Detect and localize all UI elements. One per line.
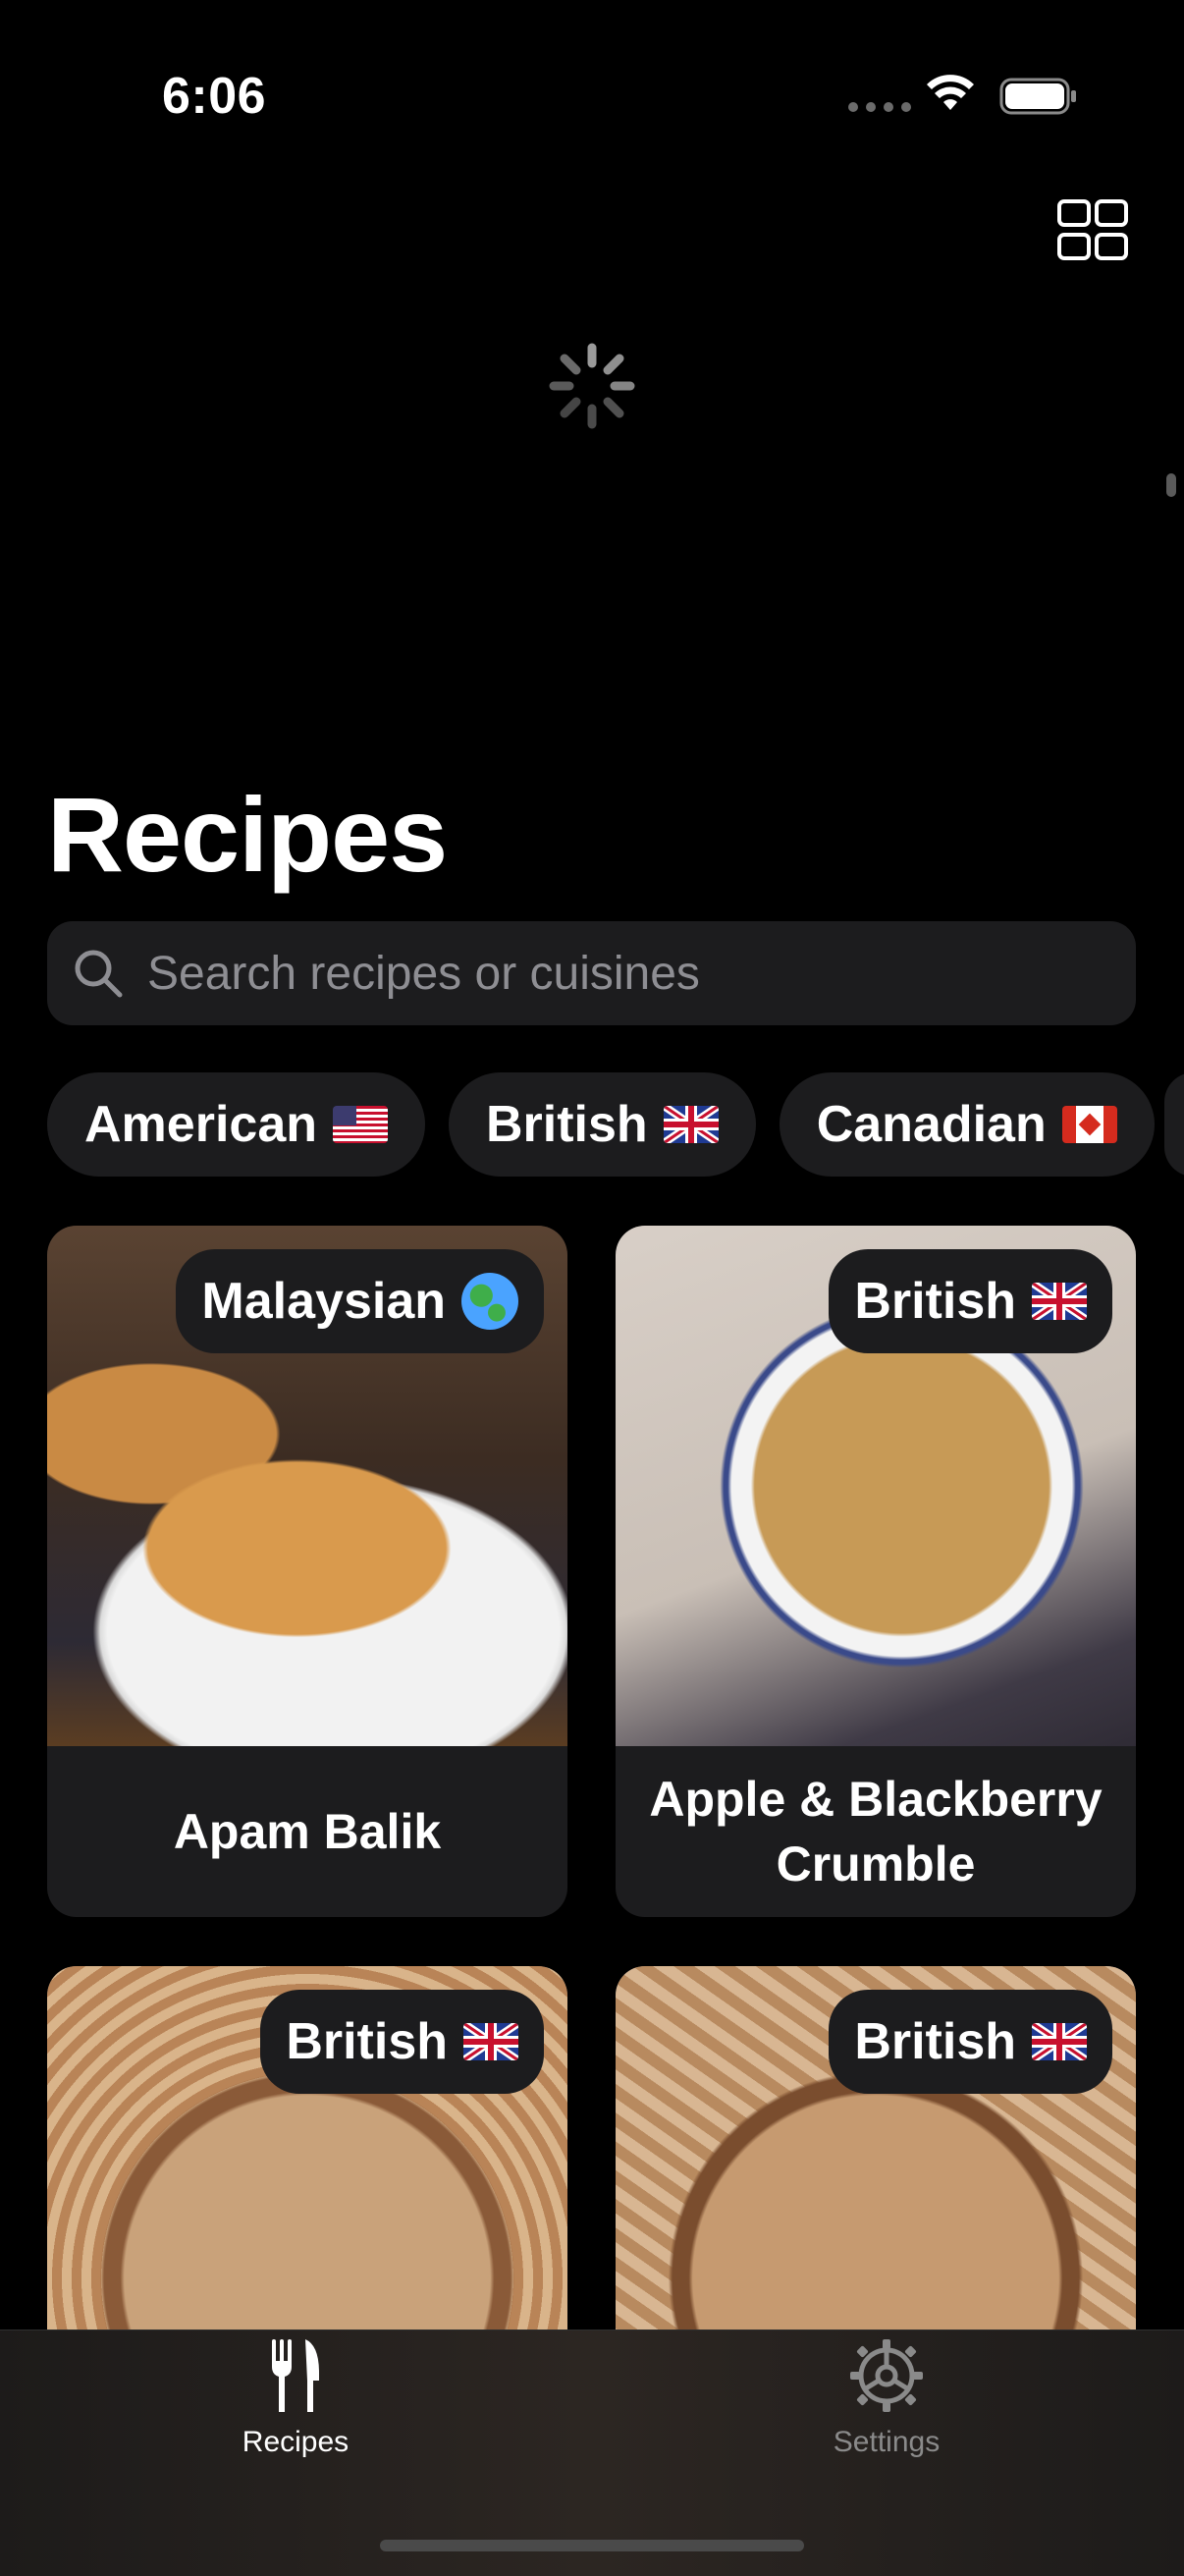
cellular-signal-icon [848, 102, 911, 112]
cuisine-badge-label: British [286, 2013, 448, 2070]
recipe-card[interactable]: Malaysian Apam Balik [47, 1226, 567, 1917]
battery-icon [999, 78, 1076, 115]
tab-label: Recipes [242, 2426, 350, 2458]
filter-chip-next[interactable] [1164, 1072, 1184, 1177]
home-indicator [380, 2540, 804, 2551]
filter-chip-label: British [486, 1096, 648, 1153]
filter-chip-label: American [84, 1096, 317, 1153]
cuisine-badge: Malaysian [176, 1249, 544, 1353]
search-icon [75, 950, 123, 998]
wifi-icon [927, 75, 974, 110]
cuisine-badge-label: British [854, 2013, 1016, 2070]
filter-chip-label: Canadian [816, 1096, 1047, 1153]
filter-chip-british[interactable]: British [449, 1072, 756, 1177]
ca-flag-icon [1061, 1106, 1117, 1143]
filter-chip-american[interactable]: American [47, 1072, 425, 1177]
recipe-title: Apple & Blackberry Crumble [649, 1772, 1103, 1891]
fork-knife-icon [272, 2339, 319, 2412]
gear-icon [850, 2339, 923, 2412]
globe-icon [461, 1273, 518, 1330]
recipe-title: Apam Balik [173, 1804, 442, 1859]
cuisine-filter-row: American British Canadian [47, 1072, 1155, 1177]
cuisine-badge: British [829, 1990, 1112, 2094]
scroll-indicator[interactable] [1166, 473, 1176, 497]
cuisine-badge: British [260, 1990, 544, 2094]
tab-recipes[interactable]: Recipes [168, 2337, 423, 2459]
recipe-card[interactable]: British Apple & Blackberry Crumble [616, 1226, 1136, 1917]
tab-settings[interactable]: Settings [759, 2337, 1014, 2459]
uk-flag-icon [663, 1106, 719, 1143]
cuisine-badge-label: British [854, 1273, 1016, 1330]
page-title: Recipes [47, 775, 448, 894]
uk-flag-icon [463, 2023, 518, 2060]
cuisine-badge-label: Malaysian [201, 1273, 446, 1330]
search-input[interactable]: Search recipes or cuisines [47, 921, 1136, 1025]
status-time: 6:06 [162, 68, 267, 125]
loading-spinner-icon [549, 343, 635, 429]
search-placeholder: Search recipes or cuisines [147, 947, 700, 1000]
grid-layout-toggle-icon[interactable] [1056, 198, 1129, 261]
tab-label: Settings [833, 2426, 941, 2458]
uk-flag-icon [1032, 2023, 1087, 2060]
uk-flag-icon [1032, 1283, 1087, 1320]
filter-chip-canadian[interactable]: Canadian [779, 1072, 1155, 1177]
us-flag-icon [333, 1106, 388, 1143]
cuisine-badge: British [829, 1249, 1112, 1353]
